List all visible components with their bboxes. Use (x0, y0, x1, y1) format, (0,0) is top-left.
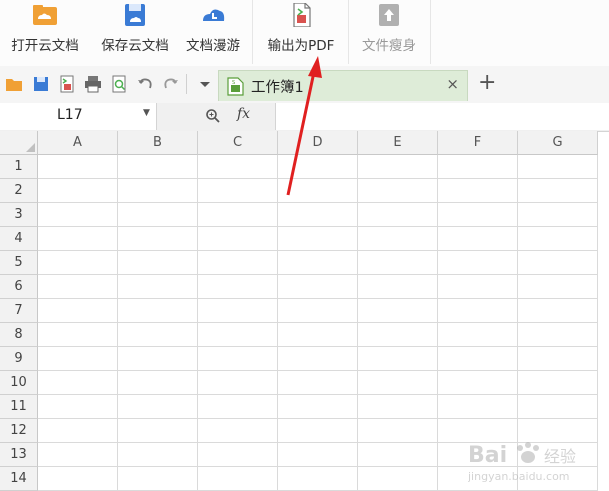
svg-text:经验: 经验 (544, 447, 576, 466)
svg-text:Bai: Bai (468, 443, 507, 468)
svg-text:jingyan.baidu.com: jingyan.baidu.com (468, 470, 570, 483)
annotation-arrow (286, 56, 322, 196)
baidu-paw-logo: Bai 经验 jingyan.baidu.com (467, 442, 576, 483)
baidu-watermark: Bai 经验 jingyan.baidu.com (467, 438, 608, 490)
